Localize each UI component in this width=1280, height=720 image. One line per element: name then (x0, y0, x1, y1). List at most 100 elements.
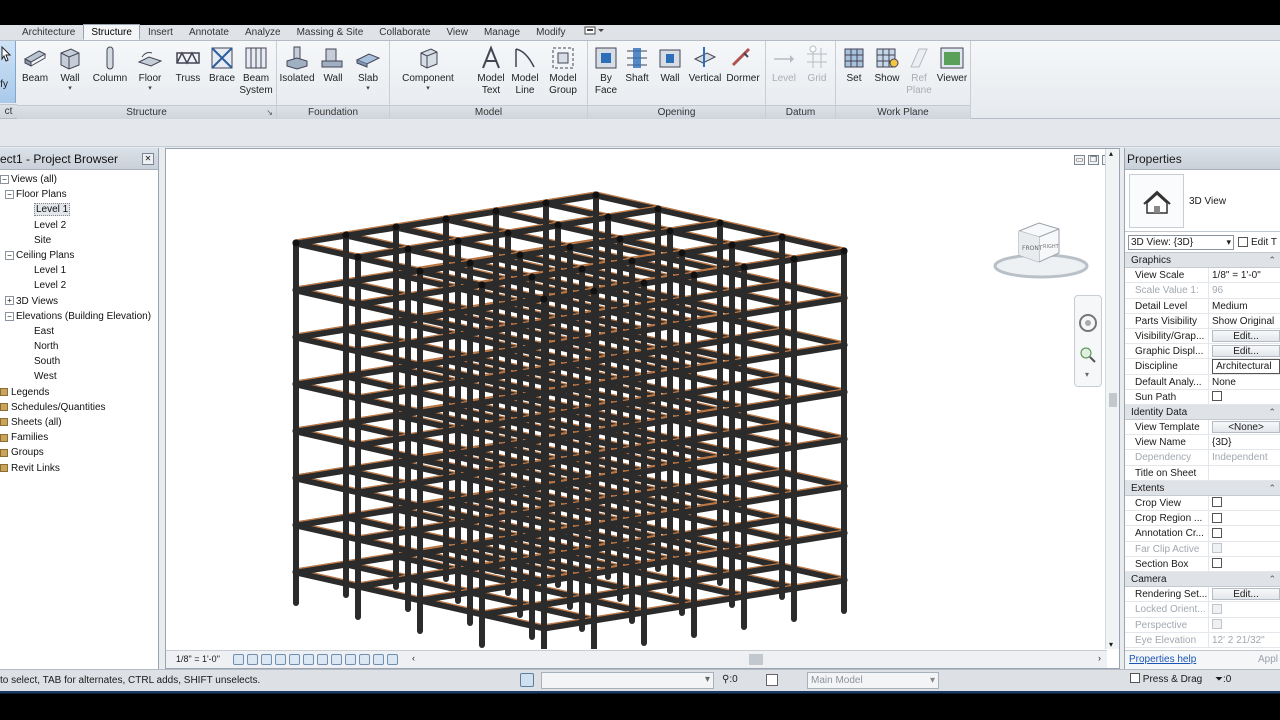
steering-wheel-icon[interactable] (1075, 310, 1101, 340)
browser-node[interactable]: − Floor Plans (0, 187, 158, 202)
brace-button[interactable]: Brace (204, 43, 240, 85)
beam-system-button[interactable]: Beam System (238, 43, 274, 97)
scroll-left-icon[interactable]: ‹ (412, 653, 415, 663)
structural-frame-model[interactable] (166, 149, 1096, 649)
property-group-header[interactable]: Extents (1125, 480, 1280, 496)
panel-visibility-toggle[interactable] (580, 24, 608, 40)
design-option-dropdown[interactable]: Main Model (807, 672, 939, 689)
vertical-opening-button[interactable]: Vertical (687, 43, 723, 85)
tab-view[interactable]: View (438, 24, 476, 40)
property-value[interactable] (1209, 557, 1280, 571)
horizontal-scroll-thumb[interactable] (749, 654, 763, 665)
tab-manage[interactable]: Manage (476, 24, 528, 40)
wall-foundation-button[interactable]: Wall (315, 43, 351, 85)
selection-filter[interactable]: ⏷:0 (1215, 674, 1231, 685)
grid-button[interactable]: Grid (799, 43, 835, 85)
press-drag-checkbox[interactable] (1130, 673, 1140, 684)
property-value[interactable]: {3D} (1209, 435, 1280, 449)
design-options-icon[interactable] (766, 674, 778, 686)
property-checkbox[interactable] (1212, 527, 1222, 538)
property-value[interactable]: Architectural (1212, 359, 1280, 374)
show-crop-icon[interactable] (317, 654, 328, 665)
property-edit-button[interactable]: <None> (1212, 421, 1280, 434)
floor-button[interactable]: Floor ▾ (132, 43, 168, 92)
viewcube[interactable]: FRONT RIGHT (992, 211, 1090, 281)
property-checkbox[interactable] (1212, 497, 1222, 508)
shadows-icon[interactable] (275, 654, 286, 665)
browser-node[interactable]: Level 2 (0, 278, 158, 293)
model-line-button[interactable]: Model Line (507, 43, 543, 97)
edit-type-button[interactable]: Edit T (1238, 235, 1277, 250)
shaft-button[interactable]: Shaft (619, 43, 655, 85)
tab-modify[interactable]: Modify (528, 24, 573, 40)
modify-button[interactable]: ify (0, 41, 16, 103)
visual-style-icon[interactable] (247, 654, 258, 665)
browser-node[interactable]: − Views (all) (0, 172, 158, 187)
worksets-icon[interactable] (520, 673, 534, 687)
press-drag-toggle[interactable]: Press & Drag (1130, 673, 1202, 685)
component-button[interactable]: Component ▾ (399, 43, 457, 92)
level-button[interactable]: Level (766, 43, 802, 85)
property-value[interactable]: Show Original (1209, 314, 1280, 328)
set-workplane-button[interactable]: Set (836, 43, 872, 85)
show-workplane-button[interactable]: Show (869, 43, 905, 85)
truss-button[interactable]: Truss (170, 43, 206, 85)
properties-help-link[interactable]: Properties help (1129, 654, 1196, 665)
editable-only-filter[interactable]: ⚲:0 (722, 674, 738, 685)
property-checkbox[interactable] (1212, 512, 1222, 523)
tab-architecture[interactable]: Architecture (14, 24, 83, 40)
browser-node[interactable]: West (0, 369, 158, 384)
workset-dropdown[interactable] (541, 672, 714, 689)
dormer-button[interactable]: Dormer (725, 43, 761, 85)
browser-node[interactable]: Level 1 (0, 202, 158, 217)
property-value[interactable] (1209, 390, 1280, 404)
browser-node[interactable]: − Elevations (Building Elevation) (0, 309, 158, 324)
property-value[interactable]: None (1209, 375, 1280, 389)
sun-path-icon[interactable] (261, 654, 272, 665)
dialog-launcher-icon[interactable]: ↘ (266, 106, 273, 120)
browser-node[interactable]: +3D Views (0, 294, 158, 309)
wall-opening-button[interactable]: Wall (652, 43, 688, 85)
scroll-up-icon[interactable]: ▴ (1109, 149, 1113, 158)
property-edit-button[interactable]: Edit... (1212, 329, 1280, 343)
expand-icon[interactable]: + (5, 296, 14, 306)
type-selector[interactable]: 3D View (1125, 170, 1280, 232)
property-edit-button[interactable]: Edit... (1212, 588, 1280, 601)
scroll-thumb[interactable] (1109, 393, 1117, 407)
property-value[interactable]: 1/8" = 1'-0" (1209, 268, 1280, 282)
collapse-icon[interactable]: − (5, 311, 14, 321)
collapse-icon[interactable]: − (5, 250, 14, 260)
analytical-model-icon[interactable] (373, 654, 384, 665)
scroll-down-icon[interactable]: ▾ (1109, 640, 1113, 649)
browser-node[interactable]: − Ceiling Plans (0, 248, 158, 263)
browser-node[interactable]: Site (0, 233, 158, 248)
structural-wall-button[interactable]: Wall ▾ (52, 43, 88, 92)
model-text-button[interactable]: Model Text (473, 43, 509, 97)
property-checkbox[interactable] (1212, 391, 1222, 402)
browser-node[interactable]: Level 2 (0, 218, 158, 233)
property-group-header[interactable]: Camera (1125, 571, 1280, 588)
property-checkbox[interactable] (1212, 558, 1222, 569)
ref-plane-button[interactable]: Ref Plane (901, 43, 937, 97)
collapse-icon[interactable]: − (0, 174, 9, 184)
tab-analyze[interactable]: Analyze (237, 24, 289, 40)
property-group-header[interactable]: Identity Data (1125, 404, 1280, 421)
close-icon[interactable]: ✕ (142, 153, 154, 165)
isolated-foundation-button[interactable]: Isolated (279, 43, 315, 85)
scroll-right-icon[interactable]: › (1098, 653, 1101, 663)
browser-node[interactable]: Groups (0, 445, 158, 460)
temp-hide-icon[interactable] (345, 654, 356, 665)
property-value[interactable]: Medium (1209, 299, 1280, 313)
model-group-button[interactable]: Model Group (545, 43, 581, 97)
property-value[interactable] (1209, 526, 1280, 540)
vertical-scrollbar[interactable]: ▴ ▾ (1105, 149, 1119, 649)
chevron-down-icon[interactable]: ▾ (1085, 370, 1089, 379)
property-value[interactable] (1209, 511, 1280, 525)
reveal-hidden-icon[interactable] (359, 654, 370, 665)
browser-node[interactable]: Families (0, 430, 158, 445)
apply-button[interactable]: Appl (1258, 654, 1278, 665)
tab-massing-site[interactable]: Massing & Site (289, 24, 372, 40)
tab-collaborate[interactable]: Collaborate (371, 24, 438, 40)
browser-node[interactable]: Level 1 (0, 263, 158, 278)
browser-node[interactable]: Sheets (all) (0, 415, 158, 430)
